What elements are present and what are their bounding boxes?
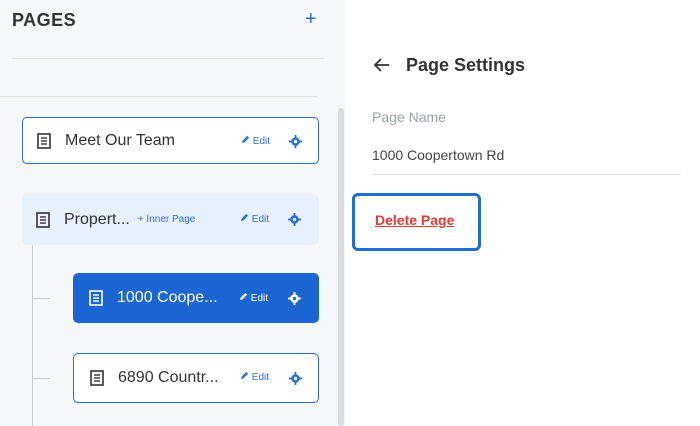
edit-link[interactable]: Edit <box>241 135 270 147</box>
add-page-icon[interactable]: + <box>305 9 317 29</box>
edit-label: Edit <box>250 293 269 304</box>
edit-label: Edit <box>251 214 270 225</box>
gear-icon[interactable] <box>289 372 302 385</box>
pages-title: PAGES <box>12 10 77 30</box>
page-item-label: 6890 Countr... <box>118 369 219 386</box>
tree-connector <box>32 378 50 379</box>
pages-sidebar: PAGES + Meet Our Team Edit Propert... + … <box>0 0 345 426</box>
edit-link[interactable]: Edit <box>240 213 269 225</box>
page-item-label: Meet Our Team <box>65 131 175 149</box>
add-inner-page-button[interactable]: + Inner Page <box>138 214 196 225</box>
document-icon <box>36 211 50 228</box>
edit-label: Edit <box>251 372 270 383</box>
page-title: Page Settings <box>406 55 526 75</box>
gear-icon[interactable] <box>288 213 301 226</box>
delete-highlight: Delete Page <box>352 193 481 251</box>
page-name-field[interactable]: 1000 Coopertown Rd <box>372 147 504 163</box>
field-underline <box>372 174 681 175</box>
divider <box>0 96 318 97</box>
pencil-icon <box>240 371 249 380</box>
pencil-icon <box>241 135 250 144</box>
delete-page-button[interactable]: Delete Page <box>375 212 454 228</box>
edit-label: Edit <box>252 136 271 147</box>
divider <box>12 58 324 59</box>
page-item-meet-our-team[interactable]: Meet Our Team Edit <box>22 117 319 164</box>
back-arrow-icon[interactable] <box>373 56 391 74</box>
page-item-properties[interactable]: Propert... + Inner Page Edit <box>22 194 319 245</box>
page-name-label: Page Name <box>372 109 446 125</box>
document-icon <box>90 370 104 386</box>
page-settings-panel: Page Settings Page Name 1000 Coopertown … <box>345 0 700 426</box>
page-item-label: Propert... <box>64 210 130 228</box>
document-icon <box>37 132 51 149</box>
document-icon <box>89 290 103 306</box>
gear-icon[interactable] <box>288 292 301 305</box>
page-item-label: 1000 Coope... <box>117 289 218 306</box>
pencil-icon <box>239 292 248 301</box>
scrollbar[interactable] <box>338 108 344 426</box>
page-item-6890-country[interactable]: 6890 Countr... Edit <box>73 353 319 403</box>
tree-line <box>32 245 33 426</box>
pencil-icon <box>240 213 249 222</box>
gear-icon[interactable] <box>289 135 302 148</box>
edit-link[interactable]: Edit <box>239 292 268 304</box>
edit-link[interactable]: Edit <box>240 371 269 383</box>
tree-connector <box>32 298 50 299</box>
page-item-1000-coopertown[interactable]: 1000 Coope... Edit <box>73 273 319 323</box>
